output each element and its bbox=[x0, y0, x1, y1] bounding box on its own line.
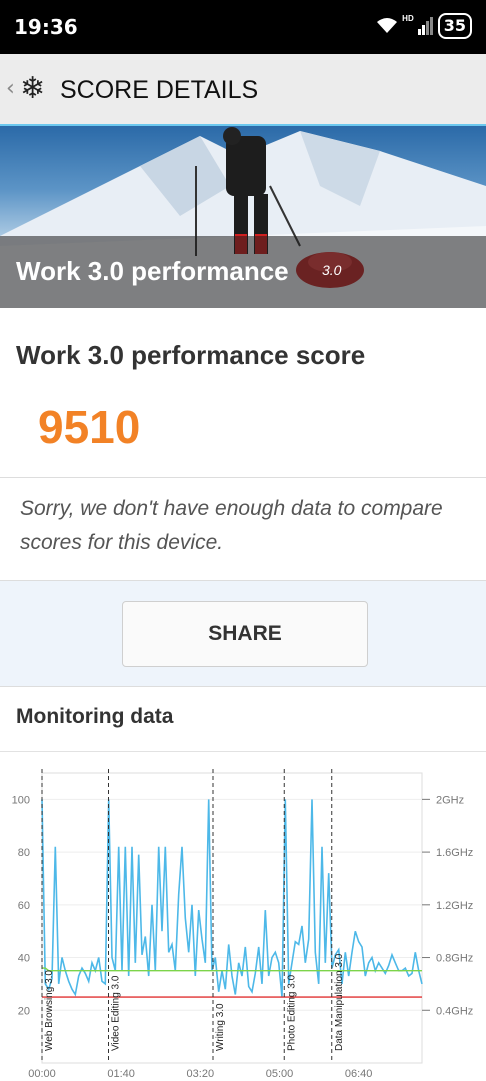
chart-x-tick-label: 06:40 bbox=[345, 1068, 373, 1080]
chart-y-tick-label: 40 bbox=[18, 953, 30, 965]
status-time: 19:36 bbox=[14, 15, 78, 39]
chart-plot-area bbox=[41, 772, 423, 1064]
score-value: 9510 bbox=[38, 401, 141, 453]
divider bbox=[0, 477, 486, 478]
chart-x-tick-label: 03:20 bbox=[187, 1068, 215, 1080]
page-title: SCORE DETAILS bbox=[60, 76, 259, 104]
hero-title: Work 3.0 performance bbox=[16, 256, 289, 286]
chart-marker-label: Video Editing 3.0 bbox=[111, 975, 122, 1051]
chart-marker-label: Web Browsing 3.0 bbox=[44, 970, 55, 1051]
score-title: Work 3.0 performance score bbox=[16, 340, 366, 370]
hero-banner: Work 3.0 performance 3.0 bbox=[0, 126, 486, 308]
signal-icon bbox=[417, 17, 433, 35]
status-icons: HD 35 bbox=[376, 13, 472, 39]
status-bar: 19:36 HD 35 bbox=[0, 0, 486, 54]
chart-marker-label: Data Manipulation 3.0 bbox=[334, 953, 345, 1051]
chart-x-tick-label: 01:40 bbox=[107, 1068, 135, 1080]
network-type: HD bbox=[402, 13, 414, 23]
chart-y-tick-label: 60 bbox=[18, 900, 30, 912]
share-button[interactable]: SHARE bbox=[122, 601, 368, 667]
score-card: Work 3.0 performance score 9510 Sorry, w… bbox=[0, 308, 486, 581]
chart-y2-tick-label: 0.4GHz bbox=[436, 1005, 473, 1017]
monitoring-chart: 100 80 60 40 20 2GHz 1.6GHz 1.2GHz 0.8GHz 0.4GHz 0… bbox=[12, 769, 473, 1080]
chart-y-tick-label: 80 bbox=[18, 847, 30, 859]
hero-version: 3.0 bbox=[322, 262, 342, 278]
chart-y2-tick-label: 1.6GHz bbox=[436, 847, 473, 859]
snowflake-icon[interactable]: ❄ bbox=[20, 72, 45, 106]
chart-marker-label: Writing 3.0 bbox=[215, 1003, 226, 1051]
app-bar: ‹ ❄ SCORE DETAILS bbox=[0, 54, 486, 126]
chart-y2-tick-label: 0.8GHz bbox=[436, 953, 473, 965]
chevron-left-icon[interactable]: ‹ bbox=[6, 76, 15, 101]
wifi-icon bbox=[377, 18, 398, 33]
chart-y2-tick-label: 2GHz bbox=[436, 794, 464, 806]
chart-y-tick-label: 20 bbox=[18, 1005, 30, 1017]
battery-level: 35 bbox=[437, 13, 472, 39]
chart-x-tick-label: 05:00 bbox=[266, 1068, 294, 1080]
chart-x-tick-label: 00:00 bbox=[28, 1068, 56, 1080]
chart-y2-tick-label: 1.2GHz bbox=[436, 900, 473, 912]
chart-y-tick-label: 100 bbox=[12, 794, 30, 806]
comparison-message: Sorry, we don't have enough data to comp… bbox=[20, 497, 443, 554]
chart-marker-label: Photo Editing 3.0 bbox=[286, 974, 297, 1051]
monitoring-card: Monitoring data 100 80 60 40 20 2GHz 1.6GHz 1.2… bbox=[0, 686, 486, 1081]
